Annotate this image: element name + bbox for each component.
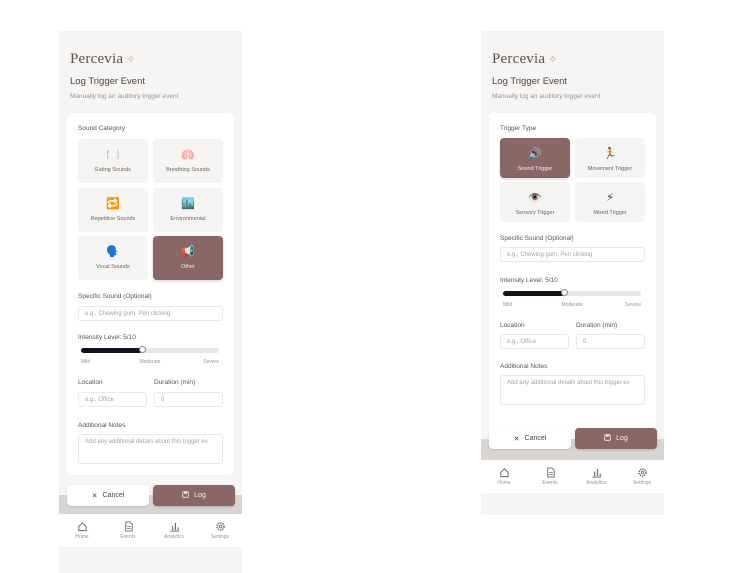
specific-sound-label: Specific Sound (Optional) [500, 235, 574, 242]
category-vocal-sounds[interactable]: 🗣️ Vocal Sounds [78, 236, 148, 280]
duration-input[interactable]: 0 [576, 334, 645, 349]
nav-home[interactable]: Home [67, 519, 97, 540]
app-name: Percevia [70, 51, 124, 67]
location-input[interactable]: e.g., Office [500, 334, 569, 349]
lightning-icon: ⚡ [606, 192, 614, 204]
right-screen: Percevia ✧ Log Trigger Event Manually log… [481, 31, 664, 515]
app-logo: Percevia ✧ [70, 51, 136, 68]
intensity-slider-fill [81, 348, 143, 353]
gear-icon [627, 465, 657, 478]
eye-icon: 👁️ [528, 192, 542, 204]
bar-chart-icon [581, 465, 611, 478]
duration-input[interactable]: 0 [154, 392, 223, 407]
sound-category-label: Sound Category [78, 125, 125, 132]
type-mixed-trigger[interactable]: ⚡ Mixed Trigger [575, 182, 645, 222]
location-label: Location [78, 379, 103, 386]
page-title: Log Trigger Event [70, 76, 145, 87]
cancel-button[interactable]: ✕ Cancel [489, 428, 571, 449]
intensity-scale: Mild Moderate Severe [503, 302, 641, 308]
nav-analytics[interactable]: Analytics [581, 465, 611, 486]
bar-chart-icon [159, 519, 189, 532]
document-icon [535, 465, 565, 478]
form-card: Trigger Type 🔊 Sound Trigger 🏃 Movement … [489, 113, 656, 453]
log-button[interactable]: Log [575, 428, 657, 449]
specific-sound-input[interactable]: e.g., Chewing gum, Pen clicking [78, 306, 223, 321]
nav-settings[interactable]: Settings [627, 465, 657, 486]
page-subtitle: Manually log an auditory trigger event [70, 93, 179, 100]
type-sound-trigger[interactable]: 🔊 Sound Trigger [500, 138, 570, 178]
duration-label: Duration (min) [154, 379, 196, 386]
type-movement-trigger[interactable]: 🏃 Movement Trigger [575, 138, 645, 178]
location-label: Location [500, 322, 525, 329]
intensity-scale: Mild Moderate Severe [81, 359, 219, 365]
location-input[interactable]: e.g., Office [78, 392, 147, 407]
form-card: Sound Category 🍽️ Eating Sounds 🫁 Breath… [67, 113, 234, 475]
app-logo: Percevia ✧ [492, 51, 558, 68]
sparkle-icon: ✧ [548, 54, 558, 66]
speaking-head-icon: 🗣️ [106, 246, 120, 258]
category-repetitive-sounds[interactable]: 🔁 Repetitive Sounds [78, 188, 148, 232]
cancel-button[interactable]: ✕ Cancel [67, 485, 149, 506]
gear-icon [205, 519, 235, 532]
notes-label: Additional Notes [500, 363, 548, 370]
nav-home[interactable]: Home [489, 465, 519, 486]
repeat-icon: 🔁 [106, 198, 120, 210]
lungs-icon: 🫁 [181, 149, 195, 161]
close-icon: ✕ [91, 492, 98, 500]
scale-severe: Severe [625, 302, 641, 308]
sparkle-icon: ✧ [126, 54, 136, 66]
left-screen: Percevia ✧ Log Trigger Event Manually log… [59, 31, 242, 573]
intensity-slider-handle[interactable] [139, 346, 147, 353]
close-icon: ✕ [513, 435, 520, 443]
home-icon [67, 519, 97, 532]
nav-events[interactable]: Events [113, 519, 143, 540]
intensity-slider[interactable] [81, 346, 219, 353]
scale-moderate: Moderate [139, 359, 161, 365]
specific-sound-input[interactable]: e.g., Chewing gum, Pen clicking [500, 247, 645, 262]
intensity-slider-fill [503, 291, 565, 296]
home-icon [489, 465, 519, 478]
scale-moderate: Moderate [561, 302, 583, 308]
duration-label: Duration (min) [576, 322, 618, 329]
intensity-slider[interactable] [503, 289, 641, 296]
notes-label: Additional Notes [78, 422, 126, 429]
category-environmental[interactable]: 🏙️ Environmental [153, 188, 223, 232]
category-other[interactable]: 📢 Other [153, 236, 223, 280]
city-icon: 🏙️ [181, 198, 195, 210]
trigger-type-label: Trigger Type [500, 125, 537, 132]
nav-settings[interactable]: Settings [205, 519, 235, 540]
nav-analytics[interactable]: Analytics [159, 519, 189, 540]
speaker-icon: 🔊 [528, 148, 542, 160]
running-icon: 🏃 [603, 148, 617, 160]
log-button[interactable]: Log [153, 485, 235, 506]
save-icon [604, 434, 611, 443]
specific-sound-label: Specific Sound (Optional) [78, 293, 152, 300]
nav-events[interactable]: Events [535, 465, 565, 486]
utensils-icon: 🍽️ [106, 149, 120, 161]
intensity-label: Intensity Level: 5/10 [500, 277, 558, 284]
page-subtitle: Manually log an auditory trigger event [492, 93, 601, 100]
intensity-label: Intensity Level: 5/10 [78, 334, 136, 341]
page-title: Log Trigger Event [492, 76, 567, 87]
notes-textarea[interactable]: Add any additional details about this tr… [500, 375, 645, 405]
megaphone-icon: 📢 [181, 246, 195, 258]
bottom-nav: Home Events Analytics Settings [481, 460, 664, 493]
category-eating-sounds[interactable]: 🍽️ Eating Sounds [78, 139, 148, 183]
scale-severe: Severe [203, 359, 219, 365]
document-icon [113, 519, 143, 532]
save-icon [182, 491, 189, 500]
category-breathing-sounds[interactable]: 🫁 Breathing Sounds [153, 139, 223, 183]
bottom-nav: Home Events Analytics Settings [59, 514, 242, 547]
intensity-slider-handle[interactable] [561, 289, 569, 296]
app-name: Percevia [492, 51, 546, 67]
notes-textarea[interactable]: Add any additional details about this tr… [78, 434, 223, 464]
type-sensory-trigger[interactable]: 👁️ Sensory Trigger [500, 182, 570, 222]
